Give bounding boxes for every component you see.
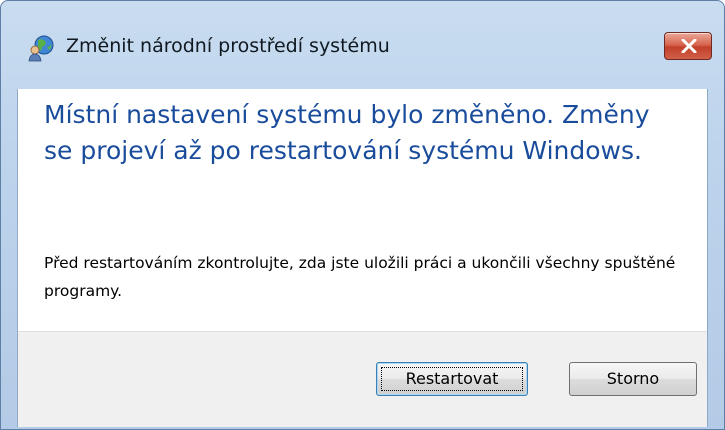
window-title: Změnit národní prostředí systému [66,35,390,57]
cancel-button-label: Storno [606,369,660,388]
button-footer: Restartovat Storno [18,331,707,427]
cancel-button[interactable]: Storno [569,362,697,396]
focus-rectangle [381,367,523,391]
close-button[interactable] [664,32,712,60]
close-icon [681,39,697,53]
dialog-window: Změnit národní prostředí systému Místní … [0,0,725,430]
title-bar[interactable]: Změnit národní prostředí systému [1,1,724,89]
main-instruction-text: Místní nastavení systému bylo změněno. Z… [44,100,650,165]
globe-with-user-icon [27,34,57,62]
dialog-content: Místní nastavení systému bylo změněno. Z… [17,89,708,427]
body-text: Před restartováním zkontrolujte, zda jst… [44,254,676,300]
restart-button[interactable]: Restartovat [376,362,528,396]
